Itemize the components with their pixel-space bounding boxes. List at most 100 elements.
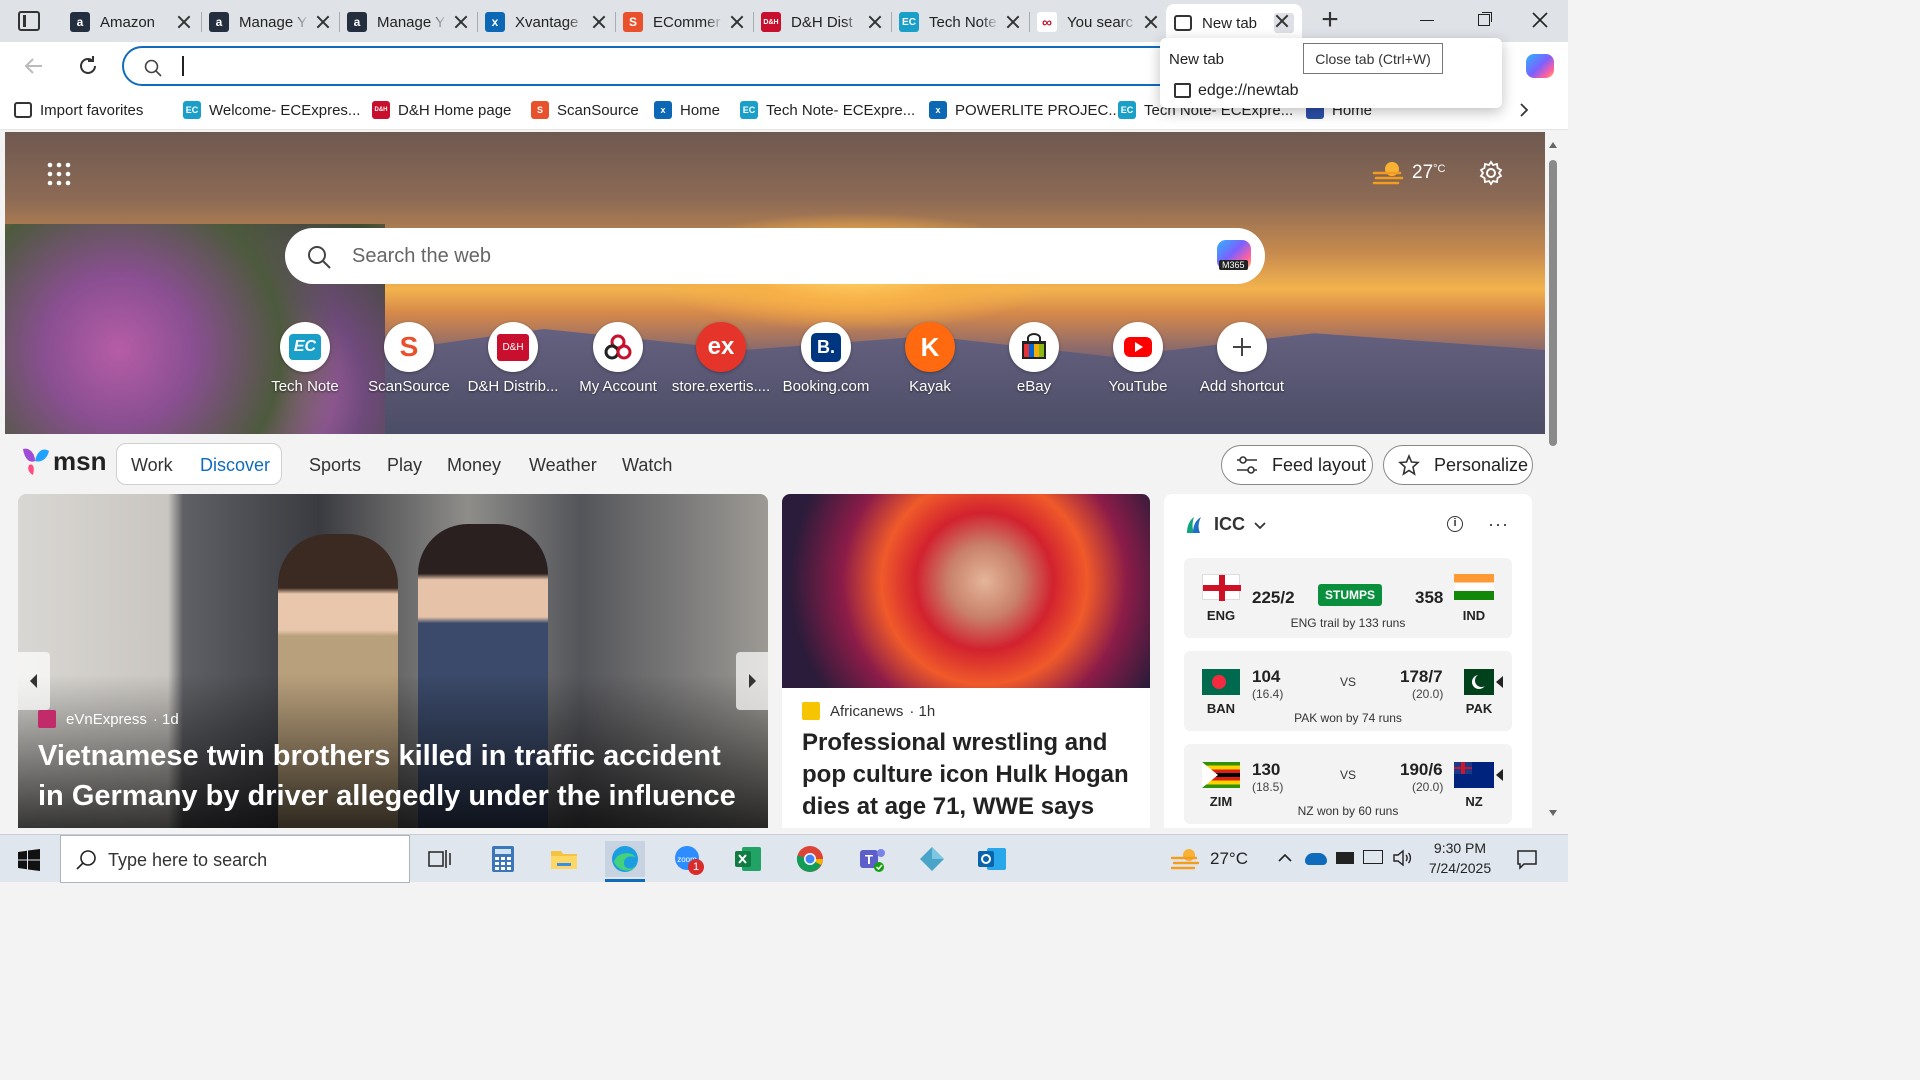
- onedrive-icon[interactable]: [1305, 853, 1327, 865]
- teams-app[interactable]: T: [852, 841, 892, 877]
- outlook-app[interactable]: [972, 841, 1012, 877]
- clock[interactable]: 9:30 PM 7/24/2025: [1420, 838, 1500, 878]
- tab-money[interactable]: Money: [447, 455, 501, 476]
- feed-layout-button[interactable]: Feed layout: [1221, 445, 1373, 485]
- close-icon[interactable]: [867, 14, 883, 30]
- shortcut-tech-note[interactable]: EC Tech Note: [250, 322, 360, 395]
- close-icon[interactable]: [729, 14, 745, 30]
- shortcut-my-account[interactable]: My Account: [563, 322, 673, 395]
- fav-scansource[interactable]: S ScanSource: [531, 98, 639, 122]
- tab-sports[interactable]: Sports: [309, 455, 361, 476]
- show-hidden-icons-button[interactable]: [1277, 852, 1293, 864]
- close-icon[interactable]: [1005, 14, 1021, 30]
- shortcut-add[interactable]: Add shortcut: [1187, 322, 1297, 395]
- file-explorer-app[interactable]: [544, 841, 584, 877]
- copilot-icon[interactable]: [1526, 54, 1554, 78]
- fav-home[interactable]: x Home: [654, 98, 720, 122]
- notifications-button[interactable]: [1516, 848, 1538, 870]
- page-scrollbar[interactable]: [1546, 132, 1560, 832]
- tab-watch[interactable]: Watch: [622, 455, 672, 476]
- tab-technote[interactable]: EC Tech Note: [891, 6, 1029, 38]
- app-shortcut[interactable]: [912, 841, 952, 877]
- tab-search[interactable]: ∞ You searc: [1029, 6, 1167, 38]
- address-bar[interactable]: [122, 46, 1222, 86]
- close-icon[interactable]: [453, 14, 469, 30]
- tab-xvantage[interactable]: x Xvantage: [477, 6, 615, 38]
- story-headline[interactable]: Vietnamese twin brothers killed in traff…: [38, 736, 753, 816]
- chrome-app[interactable]: [790, 841, 830, 877]
- story-headline[interactable]: Professional wrestling and pop culture i…: [802, 727, 1137, 823]
- new-tab-button[interactable]: +: [1316, 2, 1344, 38]
- carousel-next-button[interactable]: [736, 652, 768, 710]
- carousel-prev-button[interactable]: [18, 652, 50, 710]
- start-button[interactable]: [18, 849, 40, 871]
- tab-work[interactable]: Work: [131, 455, 173, 476]
- favorites-more-button[interactable]: [1516, 102, 1532, 118]
- story-source[interactable]: eVnExpress · 1d: [38, 710, 179, 728]
- apps-launcher-icon[interactable]: [47, 162, 71, 186]
- shortcut-ebay[interactable]: eBay: [979, 322, 1089, 395]
- personalize-button[interactable]: Personalize: [1383, 445, 1533, 485]
- task-view-button[interactable]: [420, 841, 460, 877]
- msn-logo[interactable]: msn: [19, 444, 106, 478]
- zoom-app[interactable]: zoom 1: [668, 841, 708, 877]
- refresh-button[interactable]: [76, 54, 100, 78]
- tab-manage-2[interactable]: a Manage Y: [339, 6, 477, 38]
- shortcut-youtube[interactable]: YouTube: [1083, 322, 1193, 395]
- scroll-up-arrow[interactable]: [1549, 142, 1557, 148]
- scroll-right-icon[interactable]: [1496, 676, 1503, 688]
- match-row[interactable]: ENG 225/2 STUMPS 358 IND ENG trail by 13…: [1184, 558, 1512, 638]
- fav-welcome-ecexpress[interactable]: EC Welcome- ECExpres...: [183, 98, 360, 122]
- fav-powerlite[interactable]: x POWERLITE PROJEC...: [929, 98, 1121, 122]
- close-icon[interactable]: [315, 14, 331, 30]
- close-icon[interactable]: [591, 14, 607, 30]
- network-icon[interactable]: [1363, 850, 1383, 864]
- second-story-card[interactable]: Africanews · 1h Professional wrestling a…: [782, 494, 1150, 828]
- copilot-m365-icon[interactable]: M365: [1217, 240, 1251, 270]
- tab-new-tab[interactable]: New tab: [1166, 4, 1302, 42]
- page-settings-button[interactable]: [1478, 160, 1504, 186]
- web-search-box[interactable]: Search the web M365: [285, 228, 1265, 284]
- tab-manage-1[interactable]: a Manage Y: [201, 6, 339, 38]
- excel-app[interactable]: [728, 841, 768, 877]
- more-options-icon[interactable]: ···: [1488, 514, 1509, 535]
- shortcut-booking[interactable]: B. Booking.com: [771, 322, 881, 395]
- tab-discover[interactable]: Discover: [200, 455, 270, 476]
- tab-dh[interactable]: D&H D&H Dist: [753, 6, 891, 38]
- scroll-down-arrow[interactable]: [1549, 810, 1557, 816]
- icc-header[interactable]: ICC: [1184, 514, 1267, 535]
- taskbar-weather[interactable]: 27°C: [1170, 846, 1248, 872]
- weather-widget[interactable]: 27 °C: [1372, 158, 1445, 188]
- close-window-button[interactable]: [1530, 10, 1550, 30]
- close-icon[interactable]: [176, 14, 192, 30]
- scroll-thumb[interactable]: [1549, 160, 1557, 446]
- close-icon[interactable]: [1274, 13, 1294, 33]
- story-source[interactable]: Africanews · 1h: [802, 702, 935, 720]
- volume-icon[interactable]: [1392, 849, 1412, 867]
- info-icon[interactable]: i: [1447, 516, 1463, 532]
- close-icon[interactable]: [1143, 14, 1159, 30]
- match-row[interactable]: ZIM 130 (18.5) VS 190/6 (20.0) NZ NZ won…: [1184, 744, 1512, 824]
- fav-dh-home[interactable]: D&H D&H Home page: [372, 98, 511, 122]
- calculator-app[interactable]: [483, 841, 523, 877]
- shortcut-scansource[interactable]: S ScanSource: [354, 322, 464, 395]
- match-row[interactable]: BAN 104 (16.4) VS 178/7 (20.0) PAK PAK w…: [1184, 651, 1512, 731]
- tab-ecommerce[interactable]: S ECommer: [615, 6, 753, 38]
- tab-actions-icon[interactable]: [18, 11, 40, 31]
- fav-import[interactable]: Import favorites: [14, 98, 143, 122]
- fav-tech-note[interactable]: EC Tech Note- ECExpre...: [740, 98, 915, 122]
- back-button[interactable]: [22, 54, 46, 78]
- shortcut-dh[interactable]: D&H D&H Distrib...: [458, 322, 568, 395]
- taskbar-search-box[interactable]: Type here to search: [60, 835, 410, 883]
- shortcut-kayak[interactable]: K Kayak: [875, 322, 985, 395]
- scroll-right-icon[interactable]: [1496, 769, 1503, 781]
- main-story-card[interactable]: eVnExpress · 1d Vietnamese twin brothers…: [18, 494, 768, 828]
- tab-amazon[interactable]: a Amazon: [62, 6, 200, 38]
- tab-weather[interactable]: Weather: [529, 455, 597, 476]
- edge-app[interactable]: [605, 841, 645, 877]
- restore-button[interactable]: [1478, 14, 1490, 26]
- battery-icon[interactable]: [1336, 852, 1354, 864]
- shortcut-exertis[interactable]: ex store.exertis....: [666, 322, 776, 395]
- tab-play[interactable]: Play: [387, 455, 422, 476]
- minimize-button[interactable]: [1420, 20, 1434, 21]
